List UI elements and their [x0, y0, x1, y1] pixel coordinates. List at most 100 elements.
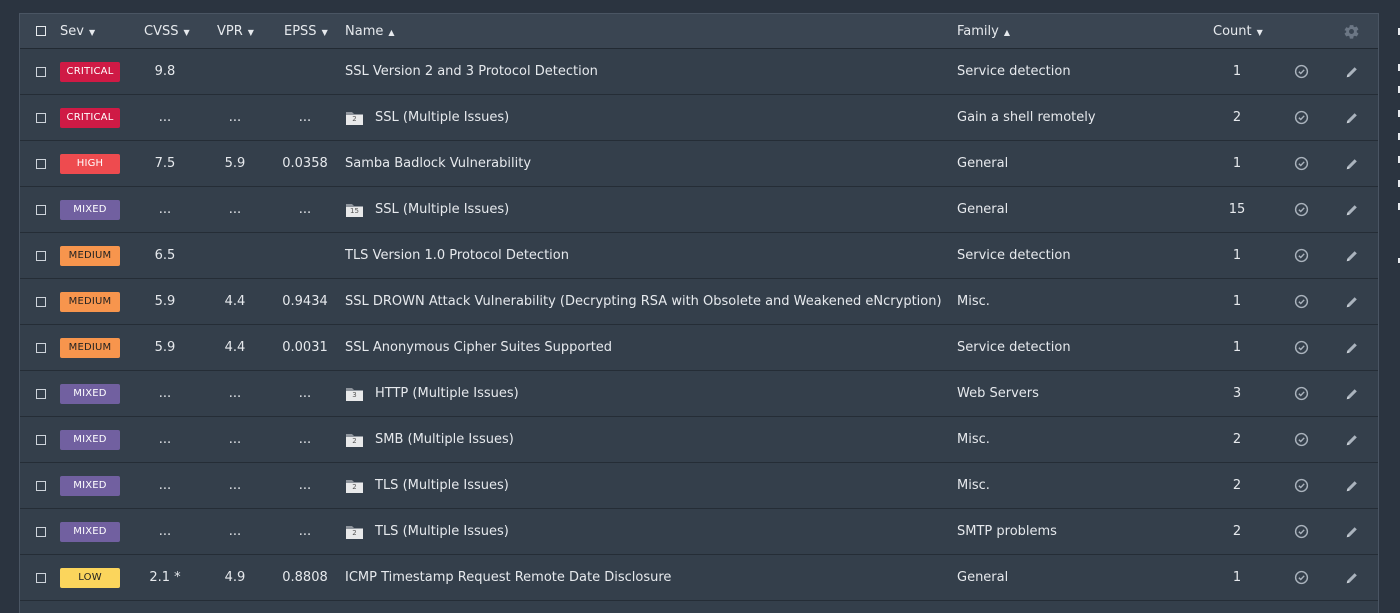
row-checkbox[interactable]	[36, 434, 46, 445]
row-checkbox[interactable]	[36, 112, 46, 123]
pencil-icon	[1345, 387, 1359, 401]
table-row[interactable]: MIXED ... ... ... 15 SSL (Multiple Issue…	[20, 187, 1378, 233]
snooze-button[interactable]	[1294, 187, 1309, 232]
row-checkbox[interactable]	[36, 342, 46, 353]
column-header-family[interactable]: Family ▲	[957, 14, 1010, 48]
row-checkbox[interactable]	[36, 572, 46, 583]
snooze-button[interactable]	[1294, 417, 1309, 462]
column-header-cvss[interactable]: CVSS ▼	[144, 14, 190, 48]
check-circle-icon	[1294, 248, 1309, 263]
row-checkbox-cell[interactable]	[36, 325, 46, 370]
plugin-name-cell[interactable]: 3 HTTP (Multiple Issues)	[345, 371, 519, 416]
count-cell: 1	[1232, 248, 1242, 263]
row-checkbox-cell[interactable]	[36, 463, 46, 508]
plugin-name-cell[interactable]: 2 TLS (Multiple Issues)	[345, 463, 509, 508]
plugin-name-cell[interactable]: ICMP Timestamp Request Remote Date Discl…	[345, 555, 671, 600]
table-row[interactable]: MEDIUM 6.5 TLS Version 1.0 Protocol Dete…	[20, 233, 1378, 279]
row-checkbox[interactable]	[36, 388, 46, 399]
select-all-checkbox[interactable]	[36, 26, 46, 36]
table-row[interactable]: MIXED ... ... ... 3 HTTP (Multiple Issue…	[20, 371, 1378, 417]
table-row[interactable]: LOW 2.1 * 4.9 0.8808 ICMP Timestamp Requ…	[20, 555, 1378, 601]
column-header-vpr[interactable]: VPR ▼	[217, 14, 254, 48]
edit-button[interactable]	[1345, 417, 1359, 462]
row-checkbox-cell[interactable]	[36, 187, 46, 232]
select-all-checkbox-cell[interactable]	[36, 14, 46, 48]
plugin-name-cell[interactable]: 15 SSL (Multiple Issues)	[345, 187, 509, 232]
table-row[interactable]: HIGH 7.5 5.9 0.0358 Samba Badlock Vulner…	[20, 141, 1378, 187]
row-checkbox-cell[interactable]	[36, 555, 46, 600]
table-row[interactable]: CRITICAL ... ... ... 2 SSL (Multiple Iss…	[20, 95, 1378, 141]
epss-cell: ...	[298, 386, 312, 401]
row-checkbox-cell[interactable]	[36, 141, 46, 186]
count-cell: 2	[1232, 478, 1242, 493]
epss-cell: 0.9434	[282, 294, 328, 309]
edit-button[interactable]	[1345, 509, 1359, 554]
vulnerabilities-table: Sev ▼ CVSS ▼ VPR ▼ EPSS ▼ Name ▲ Family …	[19, 13, 1379, 613]
epss-cell	[275, 49, 335, 94]
severity-badge: HIGH	[60, 153, 120, 174]
plugin-name-cell[interactable]: SSL DROWN Attack Vulnerability (Decrypti…	[345, 279, 942, 324]
column-header-epss[interactable]: EPSS ▼	[284, 14, 328, 48]
row-checkbox[interactable]	[36, 526, 46, 537]
pencil-icon	[1345, 111, 1359, 125]
edit-button[interactable]	[1345, 555, 1359, 600]
plugin-name-cell[interactable]: Samba Badlock Vulnerability	[345, 141, 531, 186]
table-row[interactable]: MEDIUM 5.9 4.4 0.9434 SSL DROWN Attack V…	[20, 279, 1378, 325]
table-row[interactable]: MIXED ... ... ... 2 TLS (Multiple Issues…	[20, 463, 1378, 509]
table-row[interactable]: MEDIUM 5.9 4.4 0.0031 SSL Anonymous Ciph…	[20, 325, 1378, 371]
table-row[interactable]: CRITICAL 9.8 SSL Version 2 and 3 Protoco…	[20, 49, 1378, 95]
row-checkbox[interactable]	[36, 250, 46, 261]
edit-button[interactable]	[1345, 279, 1359, 324]
snooze-button[interactable]	[1294, 279, 1309, 324]
snooze-button[interactable]	[1294, 233, 1309, 278]
column-header-name[interactable]: Name ▲	[345, 14, 395, 48]
snooze-button[interactable]	[1294, 509, 1309, 554]
row-checkbox-cell[interactable]	[36, 371, 46, 416]
edit-button[interactable]	[1345, 141, 1359, 186]
edit-button[interactable]	[1345, 463, 1359, 508]
snooze-button[interactable]	[1294, 325, 1309, 370]
folder-icon: 2	[345, 477, 364, 494]
edit-button[interactable]	[1345, 325, 1359, 370]
row-checkbox-cell[interactable]	[36, 417, 46, 462]
plugin-name-cell[interactable]: SSL Anonymous Cipher Suites Supported	[345, 325, 612, 370]
table-row[interactable]: MIXED ... ... ... 2 SMB (Multiple Issues…	[20, 417, 1378, 463]
snooze-button[interactable]	[1294, 463, 1309, 508]
snooze-button[interactable]	[1294, 95, 1309, 140]
snooze-button[interactable]	[1294, 555, 1309, 600]
row-checkbox[interactable]	[36, 204, 46, 215]
edit-button[interactable]	[1345, 371, 1359, 416]
folder-icon: 2	[345, 109, 364, 126]
severity-cell: CRITICAL	[60, 95, 120, 140]
row-checkbox-cell[interactable]	[36, 95, 46, 140]
plugin-name-cell[interactable]: SSL Version 2 and 3 Protocol Detection	[345, 49, 598, 94]
row-checkbox-cell[interactable]	[36, 279, 46, 324]
plugin-name-cell[interactable]: 2 SSL (Multiple Issues)	[345, 95, 509, 140]
row-checkbox[interactable]	[36, 158, 46, 169]
plugin-name-cell[interactable]: TLS Version 1.0 Protocol Detection	[345, 233, 569, 278]
row-checkbox-cell[interactable]	[36, 509, 46, 554]
column-header-sev[interactable]: Sev ▼	[60, 14, 95, 48]
vpr-cell	[205, 233, 265, 278]
row-checkbox[interactable]	[36, 66, 46, 77]
edit-button[interactable]	[1345, 49, 1359, 94]
row-checkbox[interactable]	[36, 296, 46, 307]
plugin-name-cell[interactable]: 2 SMB (Multiple Issues)	[345, 417, 514, 462]
count-cell: 2	[1232, 524, 1242, 539]
plugin-name-cell[interactable]: 2 TLS (Multiple Issues)	[345, 509, 509, 554]
row-checkbox-cell[interactable]	[36, 49, 46, 94]
edit-button[interactable]	[1345, 95, 1359, 140]
row-checkbox-cell[interactable]	[36, 233, 46, 278]
column-settings-button[interactable]	[1343, 14, 1360, 48]
table-row[interactable]: MIXED ... ... ... 2 TLS (Multiple Issues…	[20, 509, 1378, 555]
snooze-button[interactable]	[1294, 371, 1309, 416]
edit-button[interactable]	[1345, 187, 1359, 232]
row-checkbox[interactable]	[36, 480, 46, 491]
severity-cell: MIXED	[60, 371, 120, 416]
snooze-button[interactable]	[1294, 141, 1309, 186]
plugin-name: SMB (Multiple Issues)	[375, 432, 514, 447]
column-header-count[interactable]: Count ▼	[1213, 14, 1263, 48]
snooze-button[interactable]	[1294, 49, 1309, 94]
family-cell: Misc.	[957, 432, 990, 447]
edit-button[interactable]	[1345, 233, 1359, 278]
